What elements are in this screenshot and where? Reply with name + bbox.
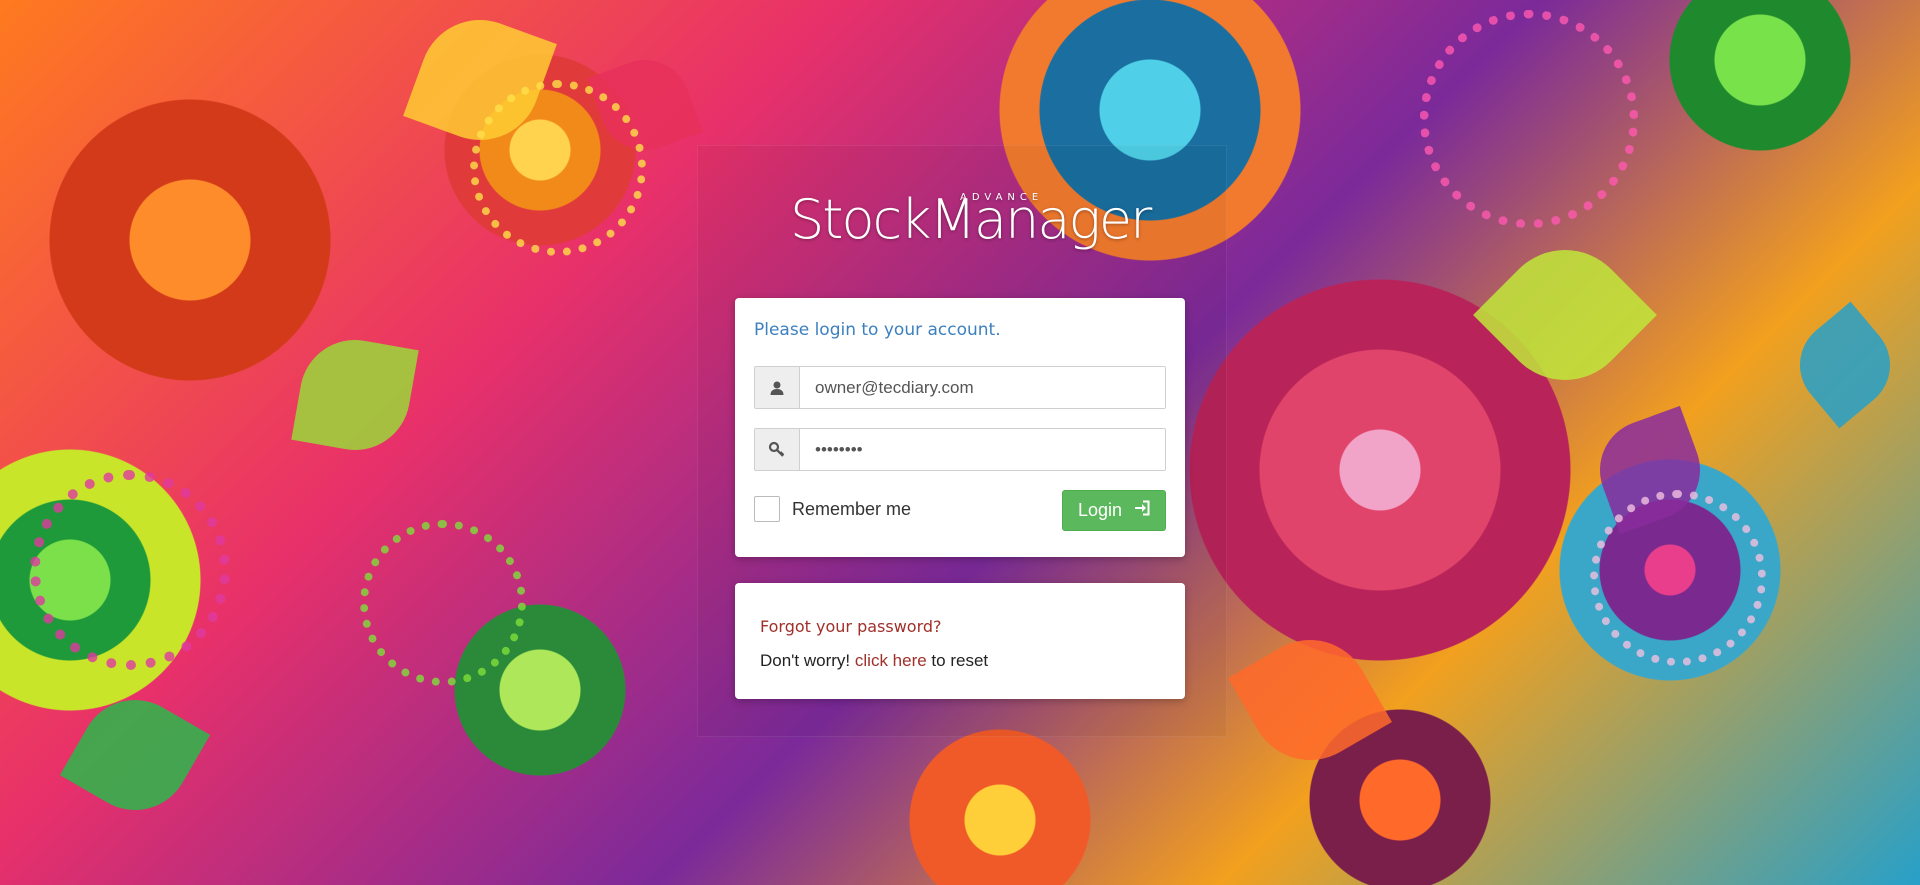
sign-in-icon [1134, 500, 1150, 521]
user-icon [755, 367, 800, 408]
app-logo: ADVANCE StockManager [790, 180, 1152, 260]
password-field[interactable] [800, 429, 1165, 470]
forgot-password-title: Forgot your password? [760, 617, 942, 636]
forgot-password-text: Don't worry! click here to reset [760, 651, 988, 671]
forgot-password-panel: Forgot your password? Don't worry! click… [735, 583, 1185, 699]
password-input-group [754, 428, 1166, 471]
email-input-group [754, 366, 1166, 409]
logo-text: StockManager [790, 188, 1152, 251]
login-button-label: Login [1077, 500, 1123, 520]
login-form: Please login to your account. Remember m… [735, 298, 1185, 557]
remember-me-label[interactable]: Remember me [792, 499, 911, 520]
reset-password-link[interactable]: click here [855, 651, 927, 670]
key-icon [755, 429, 800, 470]
remember-me: Remember me [754, 496, 911, 522]
login-button[interactable]: Login [1062, 490, 1166, 531]
login-prompt: Please login to your account. [754, 320, 1001, 340]
email-field[interactable] [800, 367, 1165, 408]
forgot-suffix: to reset [926, 651, 989, 670]
remember-me-checkbox[interactable] [754, 496, 780, 522]
forgot-prefix: Don't worry! [760, 651, 855, 670]
